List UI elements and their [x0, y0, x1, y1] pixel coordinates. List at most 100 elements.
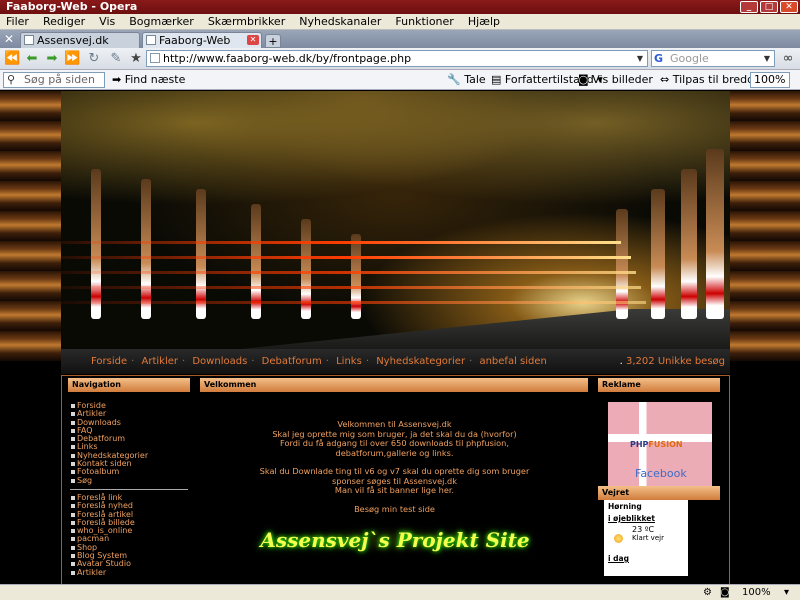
zoom-select[interactable]: 100%: [750, 72, 790, 88]
glasses-icon[interactable]: ∞: [780, 51, 796, 67]
reload-icon[interactable]: ↻: [86, 51, 102, 67]
google-icon[interactable]: G: [654, 52, 667, 65]
edit-icon[interactable]: ✎: [108, 51, 124, 67]
side-pattern-left: [0, 91, 61, 361]
window-title: Faaborg-Web - Opera: [6, 0, 138, 13]
menu-bar: Filer Rediger Vis Bogmærker Skærmbrikker…: [0, 14, 800, 30]
welcome-line: Velkommen til Assensvej.dk: [337, 419, 452, 429]
weather-city: Hørning: [608, 502, 642, 511]
menu-vis[interactable]: Vis: [99, 14, 115, 29]
weather-now-label: i øjeblikket: [608, 514, 655, 523]
back-arrow-icon[interactable]: ⬅: [24, 51, 40, 67]
search-placeholder: Google: [670, 52, 709, 65]
menu-hjaelp[interactable]: Hjælp: [468, 14, 500, 29]
menu-nyhedskanaler[interactable]: Nyhedskanaler: [299, 14, 381, 29]
menu-rediger[interactable]: Rediger: [43, 14, 85, 29]
page-icon: [150, 53, 160, 63]
forward-arrow-icon[interactable]: ➡: [44, 51, 60, 67]
show-images-label: Vis billeder: [592, 73, 653, 86]
sidebar-item-artikler-2[interactable]: Artikler: [70, 568, 188, 577]
menu-bogmaerker[interactable]: Bogmærker: [129, 14, 194, 29]
header-banner-image: [61, 91, 730, 349]
document-icon: ▤: [491, 73, 502, 86]
chevron-down-icon[interactable]: ▼: [761, 52, 773, 65]
fit-width-icon: ⇔: [660, 73, 670, 86]
welcome-line: sponser søges til Assensvej.dk: [332, 475, 457, 486]
weather-temperature: 23 ºC: [632, 525, 655, 534]
tab-assensvej[interactable]: Assensvej.dk: [20, 32, 140, 48]
zoom-value: 100%: [754, 73, 786, 86]
find-next-label: Find næste: [124, 73, 186, 86]
new-tab-button[interactable]: +: [265, 34, 281, 48]
chevron-down-icon[interactable]: ▾: [784, 585, 789, 600]
camera-icon[interactable]: ◙: [720, 585, 730, 600]
bookmark-star-icon[interactable]: ★: [128, 51, 144, 67]
nav-link-artikler[interactable]: Artikler: [142, 356, 178, 367]
main-content-area: Navigation Forside Artikler Downloads FA…: [61, 375, 730, 584]
sun-icon: [614, 534, 623, 543]
address-bar[interactable]: http://www.faaborg-web.dk/by/frontpage.p…: [146, 50, 648, 67]
nav-link-debatforum[interactable]: Debatforum: [262, 356, 322, 367]
welcome-heading: Velkommen: [200, 378, 588, 392]
find-input[interactable]: ⚲ Søg på siden: [3, 72, 105, 88]
weather-condition: Klart vejr: [632, 534, 664, 542]
close-window-button[interactable]: ✕: [780, 1, 798, 13]
window-titlebar: Faaborg-Web - Opera _ □ ✕: [0, 0, 800, 14]
weather-widget: Hørning i øjeblikket 23 ºC Klart vejr i …: [604, 500, 688, 576]
facebook-label: Facebook: [635, 467, 687, 480]
welcome-text: Velkommen til Assensvej.dk Skal jeg opre…: [202, 419, 587, 523]
tab-label: Assensvej.dk: [37, 34, 109, 47]
show-images-button[interactable]: ◙ Vis billeder: [578, 70, 653, 90]
tab-faaborg-web[interactable]: Faaborg-Web ✕: [142, 32, 262, 48]
network-icon[interactable]: ⚙: [703, 585, 712, 600]
menu-filer[interactable]: Filer: [6, 14, 29, 29]
maximize-button[interactable]: □: [760, 1, 778, 13]
menu-funktioner[interactable]: Funktioner: [395, 14, 453, 29]
nav-link-anbefal[interactable]: anbefal siden: [479, 356, 546, 367]
web-page: Forside · Artikler · Downloads · Debatforum…: [0, 91, 800, 584]
fast-forward-icon[interactable]: ⏩: [64, 51, 80, 67]
welcome-line: Man vil få sit banner lige her.: [334, 485, 455, 495]
sidebar-item-sog[interactable]: Søg: [70, 476, 188, 485]
search-engine-input[interactable]: G Google ▼: [651, 50, 775, 67]
navigation-heading: Navigation: [68, 378, 190, 392]
welcome-line: Fordi du få adgang til over 650 download…: [280, 438, 509, 448]
visit-counter: . 3,202 Unikke besøg: [619, 356, 725, 367]
page-icon: [24, 35, 34, 45]
welcome-line: Skal du Downlade ting til v6 og v7 skal …: [259, 466, 530, 476]
chevron-down-icon[interactable]: ▼: [634, 52, 646, 65]
camera-icon: ◙: [578, 73, 589, 86]
rewind-icon[interactable]: ⏪: [4, 51, 20, 67]
wrench-icon: 🔧: [447, 73, 461, 86]
speak-button[interactable]: 🔧 Tale: [447, 70, 486, 90]
url-text: http://www.faaborg-web.dk/by/frontpage.p…: [163, 52, 412, 65]
tab-bar: ✕ Assensvej.dk Faaborg-Web ✕ +: [0, 30, 800, 48]
minimize-button[interactable]: _: [740, 1, 758, 13]
search-icon: ⚲: [7, 73, 16, 86]
nav-link-downloads[interactable]: Downloads: [192, 356, 247, 367]
find-toolbar: ⚲ Søg på siden ➡ Find næste 🔧 Tale ▤ For…: [0, 70, 800, 90]
arrow-right-icon: ➡: [112, 73, 122, 86]
visit-count-text: 3,202 Unikke besøg: [626, 356, 725, 367]
phpfusion-logo: PHPFUSION: [630, 440, 683, 449]
nav-link-nyhedskategorier[interactable]: Nyhedskategorier: [376, 356, 465, 367]
nav-link-links[interactable]: Links: [336, 356, 362, 367]
menu-skaermbrikker[interactable]: Skærmbrikker: [208, 14, 285, 29]
welcome-line: Skal jeg oprette mig som bruger, ja det …: [272, 428, 517, 439]
divider: [70, 488, 188, 490]
weather-today-label[interactable]: i dag: [608, 554, 684, 563]
test-site-link[interactable]: Besøg min test side: [354, 504, 435, 514]
nav-link-forside[interactable]: Forside: [91, 356, 127, 367]
page-icon: [146, 35, 156, 45]
find-placeholder: Søg på siden: [24, 73, 95, 86]
side-pattern-right: [730, 91, 800, 361]
status-zoom[interactable]: 100%: [742, 585, 771, 600]
ads-heading: Reklame: [598, 378, 720, 392]
find-next-button[interactable]: ➡ Find næste: [112, 70, 185, 90]
close-tab-icon[interactable]: ✕: [247, 35, 259, 45]
speak-label: Tale: [464, 73, 486, 86]
tools-icon[interactable]: ✕: [0, 30, 18, 48]
status-bar: ⚙ ◙ 100% ▾: [0, 584, 800, 600]
ad-banner[interactable]: PHPFUSION Facebook: [608, 402, 712, 486]
welcome-line: debatforum,gallerie og links.: [335, 447, 454, 458]
